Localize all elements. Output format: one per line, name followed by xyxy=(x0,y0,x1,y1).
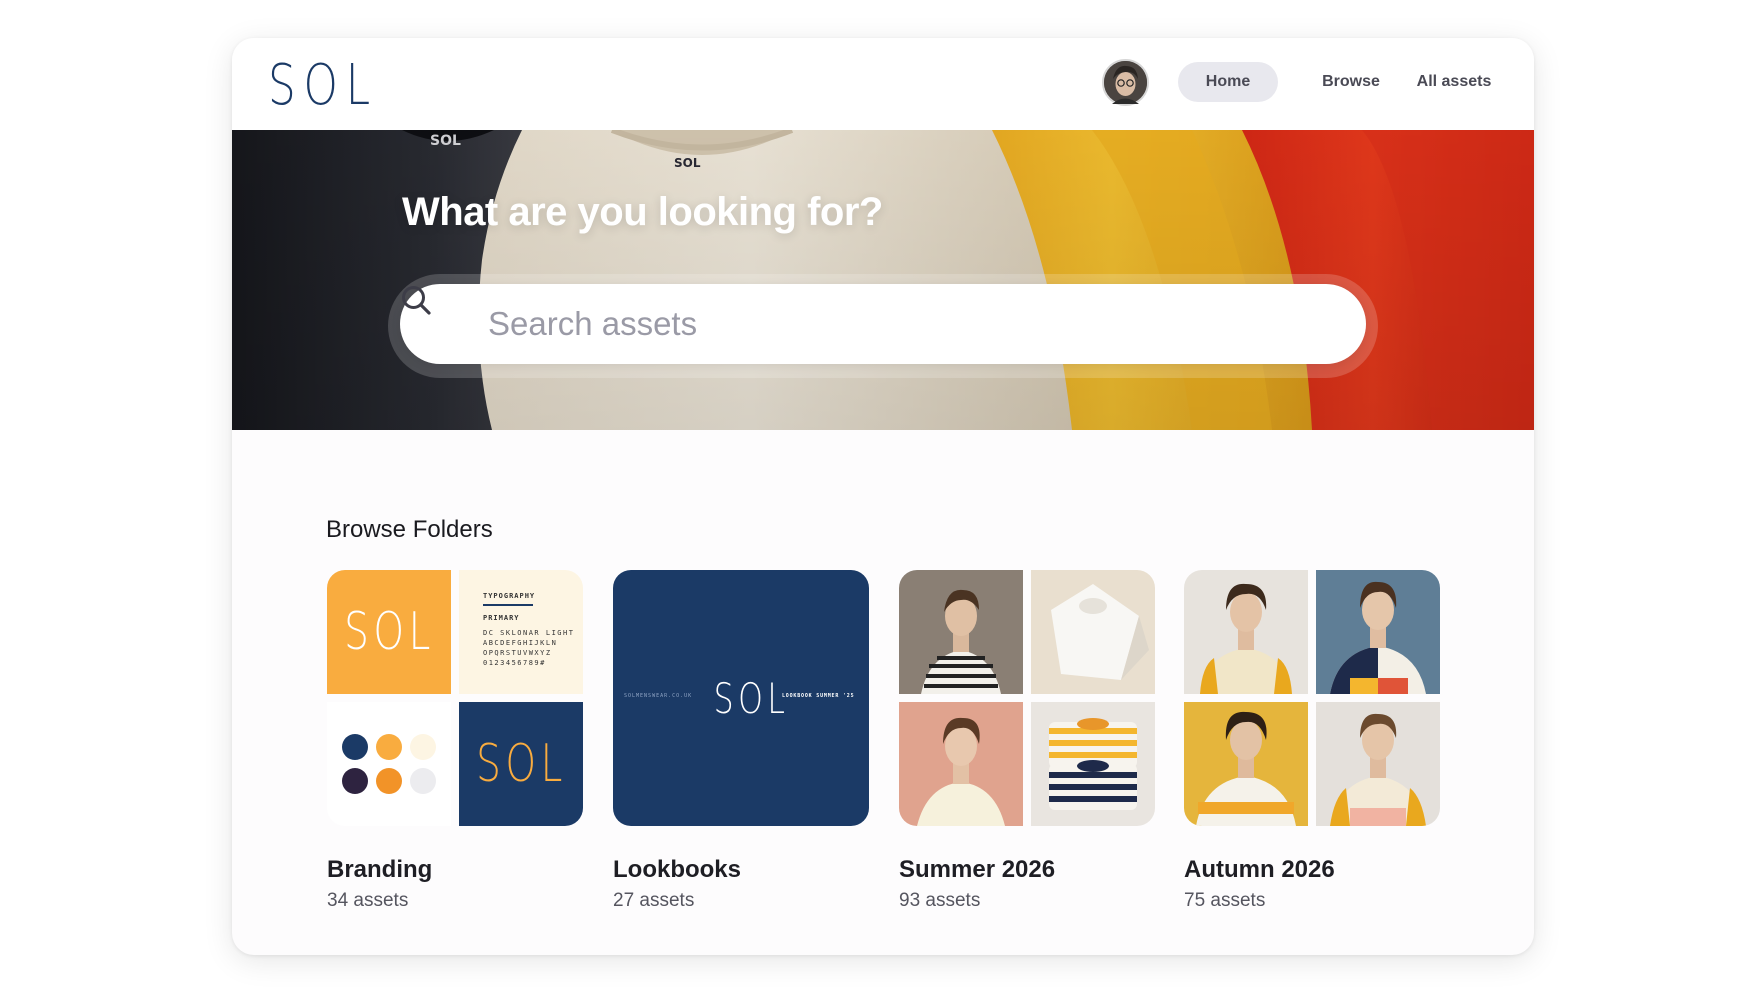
folder-asset-count: 93 assets xyxy=(899,890,981,911)
browse-folders-heading: Browse Folders xyxy=(326,516,493,543)
typography-tile: TYPOGRAPHY PRIMARY DC SKLONAR LIGHT ABCD… xyxy=(459,570,583,694)
folder-thumbnail[interactable] xyxy=(899,570,1155,826)
sol-logo-mark: SOL xyxy=(475,734,567,794)
folder-thumbnail[interactable] xyxy=(1184,570,1440,826)
folder-thumbnail[interactable]: SOLMENSWEAR.CO.UK SOL LOOKBOOK SUMMER '2… xyxy=(613,570,869,826)
photo-cream-tee-model xyxy=(899,702,1023,826)
folder-name: Summer 2026 xyxy=(899,856,1056,883)
search-bar[interactable] xyxy=(400,284,1366,364)
sol-logo-mark: SOL xyxy=(343,602,435,662)
model-photo xyxy=(899,702,1023,826)
nav-browse[interactable]: Browse xyxy=(1304,62,1398,102)
folder-autumn-2026[interactable]: Autumn 2026 75 assets xyxy=(1184,570,1440,912)
color-palette-tile xyxy=(327,702,451,826)
model-photo xyxy=(1184,702,1308,826)
swatch-cream xyxy=(410,734,436,760)
folder-thumbnail[interactable]: SOL TYPOGRAPHY PRIMARY DC SKLONAR LIGHT … xyxy=(327,570,583,826)
swatch-amber xyxy=(376,768,402,794)
flatlay-photo xyxy=(1031,702,1155,826)
photo-striped-tee-model xyxy=(899,570,1023,694)
photo-blocked-sweater-model xyxy=(1316,702,1440,826)
folder-branding[interactable]: SOL TYPOGRAPHY PRIMARY DC SKLONAR LIGHT … xyxy=(327,570,583,912)
logo-orange-tile: SOL xyxy=(327,570,451,694)
nav-home[interactable]: Home xyxy=(1178,62,1278,102)
hero-title: What are you looking for? xyxy=(402,190,883,234)
photo-shirt-model xyxy=(1184,570,1308,694)
app-window: SOL Home Browse All assets What are you … xyxy=(232,38,1534,955)
logo-navy-tile: SOL xyxy=(459,702,583,826)
photo-striped-sweater-model xyxy=(1184,702,1308,826)
model-photo xyxy=(1316,570,1440,694)
typography-sample-3: OPQRSTUVWXYZ xyxy=(483,649,552,657)
sol-logo[interactable]: SOL xyxy=(268,56,378,116)
typography-title: TYPOGRAPHY xyxy=(483,592,536,600)
photo-colorblock-sweater-model xyxy=(1316,570,1440,694)
folder-name: Branding xyxy=(327,856,433,883)
folder-asset-count: 75 assets xyxy=(1184,890,1266,911)
user-avatar[interactable] xyxy=(1102,59,1149,106)
color-swatches xyxy=(342,734,436,794)
search-icon xyxy=(402,286,431,315)
top-header: SOL Home Browse All assets xyxy=(232,38,1534,130)
typography-divider xyxy=(483,604,533,606)
folder-asset-count: 34 assets xyxy=(327,890,409,911)
swatch-navy xyxy=(342,734,368,760)
hero-banner: SOL SOL What are you looking for? xyxy=(232,130,1534,430)
flatlay-photo xyxy=(1031,570,1155,694)
swatch-grey xyxy=(410,768,436,794)
typography-label: PRIMARY xyxy=(483,614,520,622)
swatch-plum xyxy=(342,768,368,794)
folder-summer-2026[interactable]: Summer 2026 93 assets xyxy=(899,570,1155,912)
typography-sample-4: 0123456789# xyxy=(483,659,546,667)
lookbook-url-text: SOLMENSWEAR.CO.UK xyxy=(624,693,693,699)
lookbook-season-text: LOOKBOOK SUMMER '25 xyxy=(782,693,855,699)
photo-white-tee-flatlay xyxy=(1031,570,1155,694)
folder-name: Autumn 2026 xyxy=(1184,856,1335,883)
model-photo xyxy=(1184,570,1308,694)
typography-sample-1: DC SKLONAR LIGHT xyxy=(483,629,575,637)
photo-folded-striped-tees xyxy=(1031,702,1155,826)
folder-lookbooks[interactable]: SOLMENSWEAR.CO.UK SOL LOOKBOOK SUMMER '2… xyxy=(613,570,869,912)
folder-asset-count: 27 assets xyxy=(613,890,695,911)
search-input[interactable] xyxy=(488,302,1308,346)
folder-name: Lookbooks xyxy=(613,856,742,883)
model-photo xyxy=(1316,702,1440,826)
avatar-portrait xyxy=(1104,61,1147,104)
typography-sample-2: ABCDEFGHIJKLN xyxy=(483,639,558,647)
nav-all-assets[interactable]: All assets xyxy=(1394,62,1514,102)
swatch-orange xyxy=(376,734,402,760)
sol-logo-mark: SOL xyxy=(713,674,790,723)
model-photo xyxy=(899,570,1023,694)
